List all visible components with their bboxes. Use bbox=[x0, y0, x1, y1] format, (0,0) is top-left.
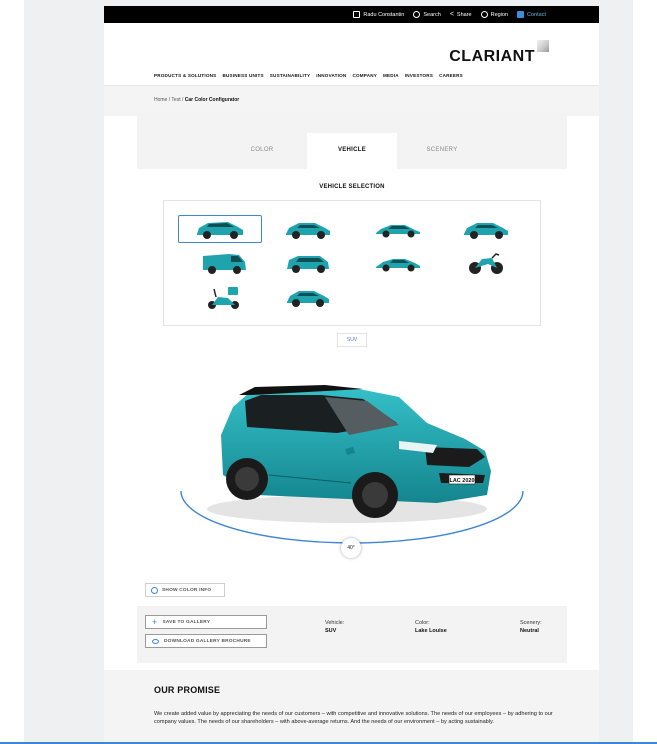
breadcrumb: Home / Test / Car Color Configurator bbox=[154, 97, 239, 103]
nav-business-units[interactable]: BUSINESS UNITS bbox=[222, 73, 263, 78]
nav-sustainability[interactable]: SUSTAINABILITY bbox=[270, 73, 311, 78]
search-link[interactable]: Search bbox=[413, 11, 441, 18]
vehicle-option-sedan[interactable] bbox=[358, 215, 438, 243]
user-icon bbox=[353, 11, 361, 18]
save-to-gallery-button[interactable]: + SAVE TO GALLERY bbox=[145, 615, 267, 629]
logo-square-icon bbox=[537, 40, 549, 52]
region-link[interactable]: Region bbox=[480, 11, 509, 18]
nav-products[interactable]: PRODUCTS & SOLUTIONS bbox=[154, 73, 216, 78]
summary-vehicle-label: Vehicle: bbox=[325, 620, 345, 626]
tab-scenery[interactable]: SCENERY bbox=[397, 133, 487, 169]
vehicle-option-hatchback[interactable] bbox=[446, 215, 526, 243]
summary-color-value: Lake Louise bbox=[415, 628, 447, 634]
contact-link[interactable]: Contact bbox=[517, 11, 546, 18]
share-link[interactable]: < Share bbox=[450, 11, 472, 18]
configuration-summary: + SAVE TO GALLERY DOWNLOAD GALLERY BROCH… bbox=[137, 606, 567, 663]
summary-color: Color: Lake Louise bbox=[415, 619, 447, 635]
vehicle-preview[interactable]: LAC 2020 40° bbox=[137, 363, 567, 593]
user-name: Radu Constantin bbox=[363, 11, 405, 18]
hatchback-icon bbox=[464, 223, 508, 239]
vehicle-option-suv[interactable] bbox=[178, 215, 262, 243]
info-icon bbox=[151, 586, 158, 594]
vehicle-option-suv-compact[interactable] bbox=[268, 215, 348, 243]
summary-color-label: Color: bbox=[415, 620, 430, 626]
vehicle-selection-title: VEHICLE SELECTION bbox=[319, 184, 385, 190]
tab-vehicle[interactable]: VEHICLE bbox=[307, 133, 397, 169]
show-color-info-button[interactable]: SHOW COLOR INFO bbox=[145, 583, 225, 597]
summary-vehicle: Vehicle: SUV bbox=[325, 619, 344, 635]
vehicle-option-scooter[interactable] bbox=[184, 283, 264, 311]
save-label: SAVE TO GALLERY bbox=[162, 619, 211, 625]
clariant-logo[interactable]: CLARIANT bbox=[449, 34, 549, 66]
summary-scenery-label: Scenery: bbox=[520, 620, 542, 626]
browser-viewport: Radu Constantin Search < Share Region Co… bbox=[0, 0, 657, 744]
summary-vehicle-value: SUV bbox=[325, 628, 337, 634]
globe-icon bbox=[480, 11, 488, 18]
vehicle-grid bbox=[163, 200, 541, 326]
motorcycle-icon bbox=[469, 253, 503, 274]
sedan-icon bbox=[376, 225, 420, 238]
rotation-handle[interactable]: 40° bbox=[341, 538, 361, 558]
small-car-icon bbox=[287, 291, 329, 307]
nav-investors[interactable]: INVESTORS bbox=[405, 73, 433, 78]
share-icon: < bbox=[449, 11, 454, 18]
van-icon bbox=[203, 254, 246, 274]
license-plate: LAC 2020 bbox=[449, 478, 474, 484]
web-page: Radu Constantin Search < Share Region Co… bbox=[104, 6, 599, 744]
main-nav: PRODUCTS & SOLUTIONS BUSINESS UNITS SUST… bbox=[154, 73, 463, 78]
breadcrumb-current: Car Color Configurator bbox=[184, 97, 240, 103]
vehicle-option-van[interactable] bbox=[184, 249, 264, 277]
search-icon bbox=[413, 11, 421, 18]
utility-bar: Radu Constantin Search < Share Region Co… bbox=[104, 6, 599, 23]
show-color-info-label: SHOW COLOR INFO bbox=[162, 587, 212, 593]
car-configurator: COLOR VEHICLE SCENERY VEHICLE SELECTION bbox=[137, 113, 567, 663]
contact-icon bbox=[517, 11, 525, 18]
promise-title: OUR PROMISE bbox=[154, 685, 221, 695]
summary-scenery: Scenery: Neutral bbox=[520, 619, 542, 635]
plus-icon: + bbox=[152, 616, 158, 627]
tab-color[interactable]: COLOR bbox=[217, 133, 307, 169]
our-promise-section: OUR PROMISE We create added value by app… bbox=[104, 670, 599, 744]
nav-media[interactable]: MEDIA bbox=[383, 73, 399, 78]
vehicle-option-motorcycle[interactable] bbox=[446, 249, 526, 277]
nav-innovation[interactable]: INNOVATION bbox=[316, 73, 346, 78]
vehicle-option-sports-car[interactable] bbox=[358, 249, 438, 277]
scooter-icon bbox=[208, 287, 239, 309]
nav-company[interactable]: COMPANY bbox=[352, 73, 377, 78]
right-gutter bbox=[633, 0, 657, 744]
breadcrumb-home[interactable]: Home bbox=[154, 97, 167, 103]
contact-label: Contact bbox=[527, 11, 546, 18]
promise-text: We create added value by appreciating th… bbox=[154, 711, 553, 725]
suv-icon bbox=[197, 222, 243, 239]
selected-vehicle-chip: SUV bbox=[337, 333, 367, 347]
download-brochure-button[interactable]: DOWNLOAD GALLERY BROCHURE bbox=[145, 634, 267, 648]
breadcrumb-zone: Home / Test / Car Color Configurator bbox=[104, 86, 599, 116]
brand-name: CLARIANT bbox=[449, 48, 535, 65]
configurator-tabs: COLOR VEHICLE SCENERY bbox=[137, 113, 567, 169]
minivan-icon bbox=[287, 256, 329, 273]
breadcrumb-test[interactable]: Test bbox=[171, 97, 180, 103]
left-gutter bbox=[0, 0, 24, 744]
share-label: Share bbox=[456, 11, 472, 18]
vehicle-option-minivan[interactable] bbox=[268, 249, 348, 277]
sports-car-icon bbox=[376, 259, 420, 272]
download-label: DOWNLOAD GALLERY BROCHURE bbox=[164, 638, 251, 644]
eye-icon bbox=[152, 638, 159, 644]
summary-scenery-value: Neutral bbox=[520, 628, 539, 634]
nav-careers[interactable]: CAREERS bbox=[439, 73, 463, 78]
user-link[interactable]: Radu Constantin bbox=[353, 11, 404, 18]
region-label: Region bbox=[490, 11, 509, 18]
vehicle-option-small-car[interactable] bbox=[268, 283, 348, 311]
car-3d-preview: LAC 2020 bbox=[180, 385, 524, 544]
suv-compact-icon bbox=[286, 223, 330, 239]
search-label: Search bbox=[423, 11, 441, 18]
